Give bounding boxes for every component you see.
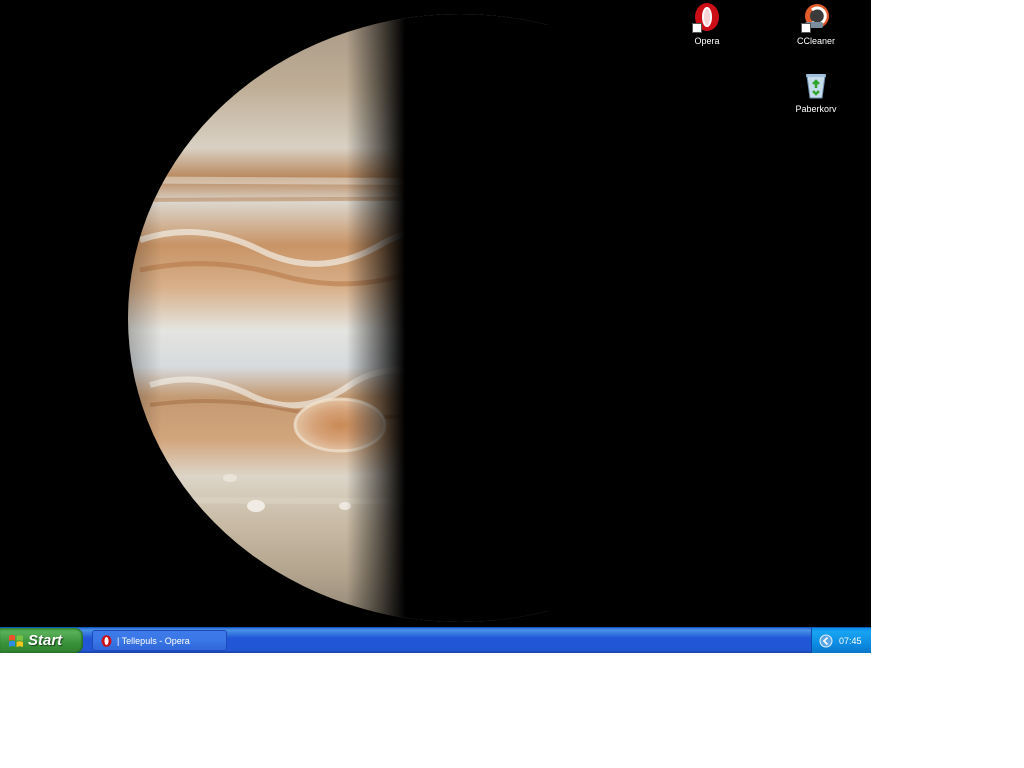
desktop-icon-label: Paberkorv <box>795 104 837 114</box>
taskbar: Start | Tellepuls - Opera 07:45 <box>0 627 871 653</box>
desktop-icon-label: Opera <box>694 36 720 46</box>
windows-logo-icon <box>9 634 23 647</box>
opera-icon <box>691 2 723 34</box>
desktop-icon-opera[interactable]: Opera <box>672 2 742 47</box>
desktop-icon-recycle-bin[interactable]: Paberkorv <box>781 70 851 115</box>
shortcut-arrow-icon <box>692 23 702 33</box>
system-clock[interactable]: 07:45 <box>839 636 862 646</box>
taskbar-item-label: | Tellepuls - Opera <box>117 635 190 646</box>
recycle-bin-icon <box>800 70 832 102</box>
start-button-label: Start <box>28 632 63 649</box>
opera-icon <box>101 634 112 647</box>
desktop-icon-ccleaner[interactable]: CCleaner <box>781 2 851 47</box>
taskbar-item-opera-window[interactable]: | Tellepuls - Opera <box>92 630 227 651</box>
start-button[interactable]: Start <box>0 628 83 653</box>
ccleaner-icon <box>800 2 832 34</box>
network-icon[interactable] <box>819 634 833 648</box>
system-tray: 07:45 <box>811 628 871 653</box>
desktop-screen: Opera CCleaner Paberkorv Start | Tellepu… <box>0 0 871 653</box>
desktop-wallpaper <box>0 0 871 627</box>
shortcut-arrow-icon <box>801 23 811 33</box>
desktop-icon-label: CCleaner <box>796 36 836 46</box>
